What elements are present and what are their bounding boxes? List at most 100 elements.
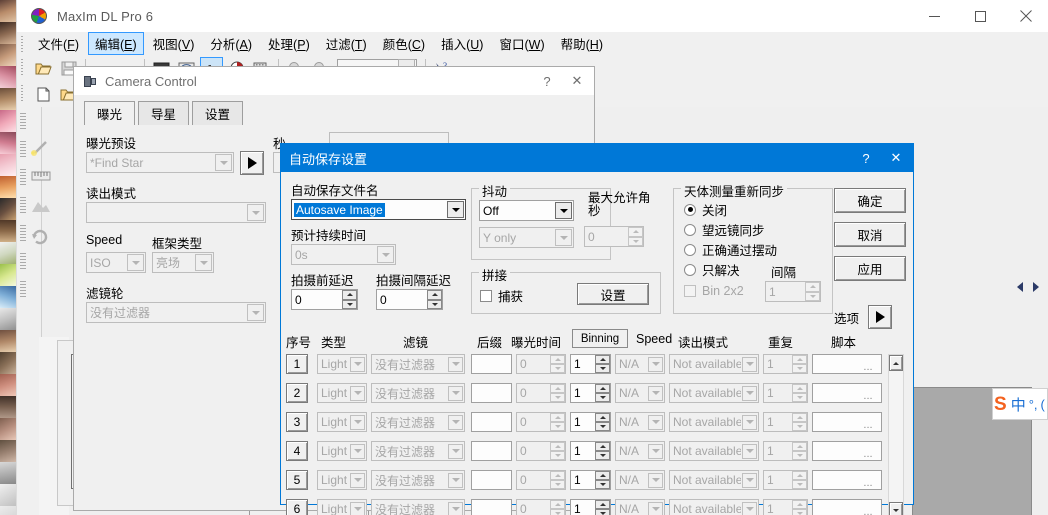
spinner-arrows[interactable] <box>595 413 610 431</box>
spinner-arrows[interactable] <box>792 355 807 373</box>
spinner-arrows[interactable] <box>550 355 565 373</box>
dock-grip-handle[interactable] <box>20 169 26 185</box>
mosaic-settings-button[interactable]: 设置 <box>577 283 649 305</box>
exposure-preset-combo[interactable]: *Find Star <box>86 152 234 173</box>
spinner-up-icon[interactable] <box>550 355 565 364</box>
row-filter-combo[interactable]: 没有过滤器 <box>371 354 465 374</box>
chevron-down-icon[interactable] <box>742 501 757 515</box>
menu-help[interactable]: 帮助(H) <box>554 32 610 55</box>
row-suffix-field[interactable] <box>471 441 512 461</box>
row-readout-combo[interactable]: Not available <box>669 354 759 374</box>
chevron-down-icon[interactable] <box>247 304 264 321</box>
row-readout-combo[interactable]: Not available <box>669 383 759 403</box>
row-filter-combo[interactable]: 没有过滤器 <box>371 441 465 461</box>
duration-combo[interactable]: 0s <box>291 244 396 265</box>
menu-view[interactable]: 视图(V) <box>146 32 202 55</box>
interdelay-spinner[interactable]: 0 <box>376 289 443 310</box>
row-repeat-spinner[interactable]: 1 <box>763 499 808 515</box>
chevron-down-icon[interactable] <box>648 443 663 459</box>
row-script-browse-button[interactable]: ... <box>857 444 879 460</box>
row-repeat-spinner[interactable]: 1 <box>763 470 808 490</box>
spinner-arrows[interactable] <box>792 471 807 489</box>
open-folder-icon[interactable] <box>32 57 55 79</box>
spinner-arrows[interactable] <box>805 282 820 301</box>
spinner-up-icon[interactable] <box>792 384 807 393</box>
spinner-down-icon[interactable] <box>792 422 807 431</box>
row-script-field[interactable]: ... <box>812 412 882 432</box>
filmstrip-thumbnail[interactable] <box>0 484 16 506</box>
chevron-down-icon[interactable] <box>377 246 394 263</box>
filmstrip-thumbnail[interactable] <box>0 418 16 440</box>
autosave-close-button[interactable]: ✕ <box>881 145 911 171</box>
row-script-browse-button[interactable]: ... <box>857 473 879 489</box>
row-binning-spinner[interactable]: 1 <box>570 354 611 374</box>
radio-resync-solve-only[interactable]: 只解决 <box>684 260 740 279</box>
row-script-field[interactable]: ... <box>812 354 882 374</box>
menu-window[interactable]: 窗口(W) <box>492 32 551 55</box>
chevron-down-icon[interactable] <box>350 501 365 515</box>
spinner-down-icon[interactable] <box>550 422 565 431</box>
chevron-down-icon[interactable] <box>350 356 365 372</box>
row-script-field[interactable]: ... <box>812 383 882 403</box>
spinner-up-icon[interactable] <box>595 442 610 451</box>
row-speed-combo[interactable]: N/A <box>615 383 665 403</box>
chevron-down-icon[interactable] <box>350 472 365 488</box>
camera-control-title-bar[interactable]: Camera Control ? ✕ <box>74 67 594 95</box>
filmstrip-thumbnail[interactable] <box>0 308 16 330</box>
dock-grip-handle[interactable] <box>20 141 26 157</box>
menu-plugin[interactable]: 插入(U) <box>434 32 490 55</box>
row-exposure-spinner[interactable]: 0 <box>516 441 566 461</box>
radio-resync-nudge[interactable]: 正确通过摆动 <box>684 240 777 259</box>
row-number-button[interactable]: 3 <box>286 412 308 432</box>
filmstrip-thumbnail[interactable] <box>0 352 16 374</box>
menu-filter[interactable]: 过滤(T) <box>319 32 374 55</box>
chevron-down-icon[interactable] <box>448 501 463 515</box>
spinner-down-icon[interactable] <box>792 509 807 515</box>
spinner-up-icon[interactable] <box>427 290 442 300</box>
spinner-up-icon[interactable] <box>792 355 807 364</box>
row-repeat-spinner[interactable]: 1 <box>763 354 808 374</box>
autosave-help-button[interactable]: ? <box>851 145 881 171</box>
row-suffix-field[interactable] <box>471 499 512 515</box>
spinner-up-icon[interactable] <box>595 355 610 364</box>
spinner-up-icon[interactable] <box>595 384 610 393</box>
spinner-arrows[interactable] <box>595 471 610 489</box>
spinner-down-icon[interactable] <box>792 364 807 373</box>
bin2x2-checkbox[interactable]: Bin 2x2 <box>684 284 744 298</box>
filmstrip-thumbnail[interactable] <box>0 66 16 88</box>
spinner-up-icon[interactable] <box>550 384 565 393</box>
row-type-combo[interactable]: Light <box>317 354 367 374</box>
spinner-up-icon[interactable] <box>595 500 610 509</box>
spinner-arrows[interactable] <box>342 290 357 309</box>
row-binning-spinner[interactable]: 1 <box>570 499 611 515</box>
chevron-down-icon[interactable] <box>742 385 757 401</box>
spinner-down-icon[interactable] <box>595 480 610 489</box>
spinner-arrows[interactable] <box>550 413 565 431</box>
row-binning-spinner[interactable]: 1 <box>570 470 611 490</box>
dither-axis-combo[interactable]: Y only <box>479 227 574 248</box>
row-number-button[interactable]: 5 <box>286 470 308 490</box>
row-suffix-field[interactable] <box>471 383 512 403</box>
spinner-arrows[interactable] <box>792 384 807 402</box>
row-number-button[interactable]: 1 <box>286 354 308 374</box>
spinner-down-icon[interactable] <box>792 451 807 460</box>
frame-type-combo[interactable]: 亮场 <box>152 252 214 273</box>
chevron-down-icon[interactable] <box>350 385 365 401</box>
chevron-down-icon[interactable] <box>742 443 757 459</box>
spinner-arrows[interactable] <box>550 442 565 460</box>
menu-color[interactable]: 颜色(C) <box>376 32 432 55</box>
readout-mode-combo[interactable] <box>86 202 266 223</box>
filmstrip-thumbnail[interactable] <box>0 22 16 44</box>
menu-grip-handle[interactable] <box>20 35 26 52</box>
chevron-down-icon[interactable] <box>247 204 264 221</box>
mosaic-capture-checkbox[interactable]: 捕获 <box>480 286 523 305</box>
row-type-combo[interactable]: Light <box>317 499 367 515</box>
spinner-up-icon[interactable] <box>792 471 807 480</box>
spinner-up-icon[interactable] <box>550 500 565 509</box>
row-repeat-spinner[interactable]: 1 <box>763 441 808 461</box>
menu-file[interactable]: 文件(F) <box>31 32 86 55</box>
row-script-browse-button[interactable]: ... <box>857 386 879 402</box>
row-script-browse-button[interactable]: ... <box>857 415 879 431</box>
filmstrip-thumbnail[interactable] <box>0 286 16 308</box>
rotate-icon[interactable] <box>31 229 49 250</box>
